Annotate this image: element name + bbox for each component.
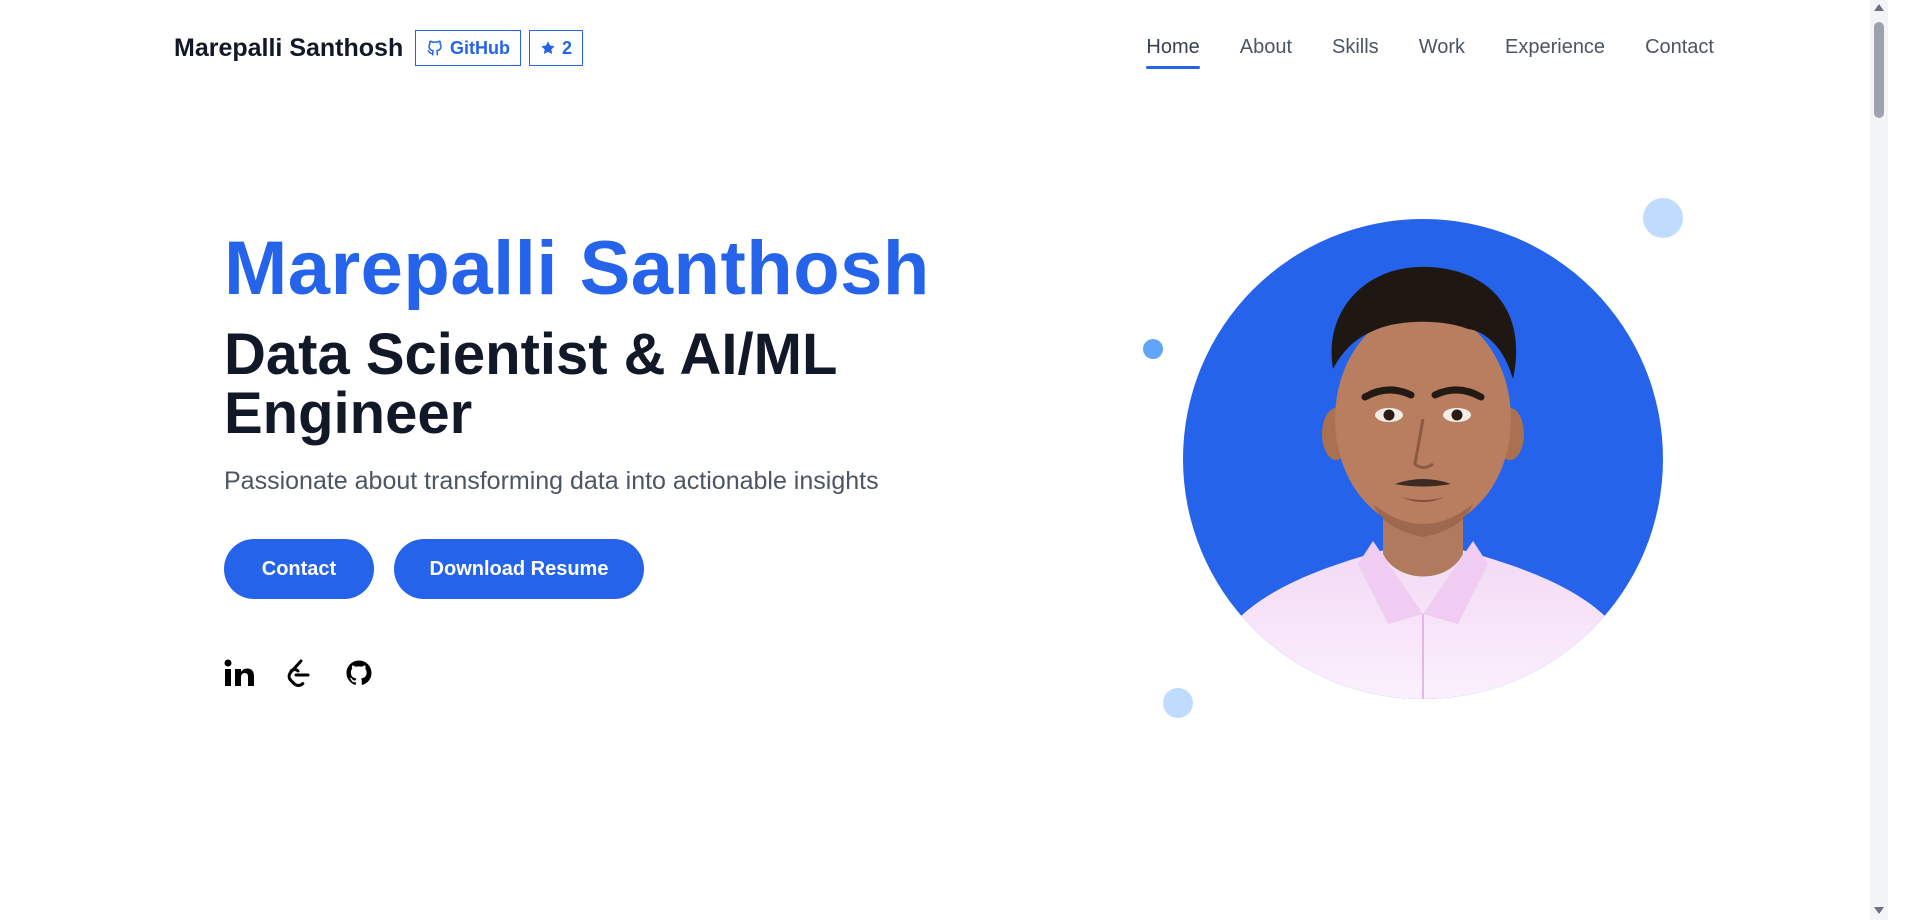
page: Marepalli Santhosh GitHub 2 Home About S…: [0, 0, 1888, 920]
linkedin-icon[interactable]: [224, 658, 254, 688]
nav-about[interactable]: About: [1240, 36, 1292, 65]
star-count: 2: [562, 37, 573, 58]
github-button[interactable]: GitHub: [415, 30, 521, 66]
profile-photo: [1183, 219, 1663, 699]
decorative-dot: [1643, 198, 1683, 238]
hero-name: Marepalli Santhosh: [224, 226, 930, 311]
hero-tagline: Passionate about transforming data into …: [224, 467, 879, 495]
social-links: [224, 658, 374, 688]
nav-experience[interactable]: Experience: [1505, 36, 1605, 65]
star-icon: [540, 40, 556, 56]
github-icon: [426, 39, 444, 57]
scroll-up-arrow-icon[interactable]: [1874, 4, 1884, 11]
decorative-dot: [1163, 688, 1193, 718]
leetcode-icon[interactable]: [284, 658, 314, 688]
download-resume-button[interactable]: Download Resume: [394, 539, 644, 599]
nav-home[interactable]: Home: [1146, 36, 1201, 69]
nav-work[interactable]: Work: [1419, 36, 1465, 65]
github-icon[interactable]: [344, 658, 374, 688]
decorative-dot: [1143, 339, 1163, 359]
nav-contact[interactable]: Contact: [1645, 36, 1714, 65]
hero-role: Data Scientist & AI/ML Engineer: [224, 322, 837, 446]
scroll-down-arrow-icon[interactable]: [1874, 907, 1884, 914]
site-header: Marepalli Santhosh GitHub 2 Home About S…: [0, 0, 1888, 100]
brand-name[interactable]: Marepalli Santhosh: [174, 34, 403, 63]
contact-button[interactable]: Contact: [224, 539, 374, 599]
page-scrollbar[interactable]: [1870, 0, 1888, 920]
main-nav: Home About Skills Work Experience Contac…: [1146, 36, 1714, 69]
github-label: GitHub: [450, 37, 510, 58]
star-count-button[interactable]: 2: [529, 30, 584, 66]
scroll-thumb[interactable]: [1874, 22, 1884, 118]
nav-skills[interactable]: Skills: [1332, 36, 1379, 65]
